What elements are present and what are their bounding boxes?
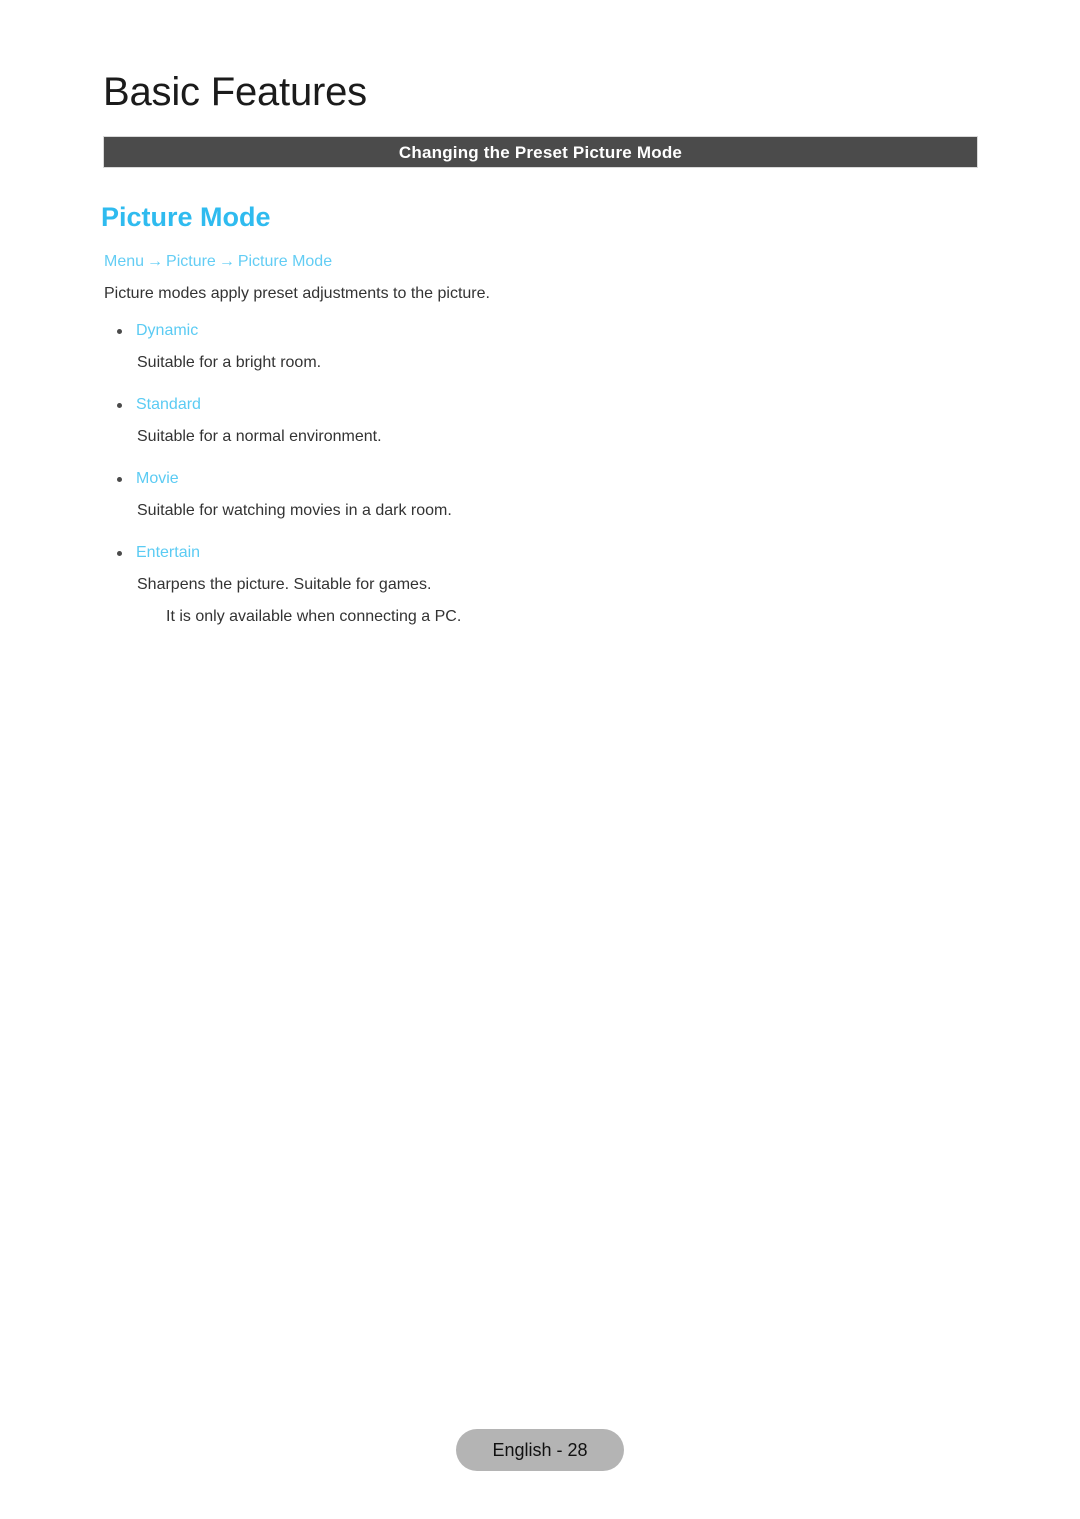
bullet-icon [117, 329, 122, 334]
list-item-header: Entertain [104, 537, 904, 569]
list-item: Standard Suitable for a normal environme… [104, 389, 904, 453]
bullet-icon [117, 403, 122, 408]
bullet-icon [117, 477, 122, 482]
arrow-right-icon: → [147, 253, 164, 270]
list-item: Entertain Sharpens the picture. Suitable… [104, 537, 904, 633]
mode-description-dynamic: Suitable for a bright room. [137, 354, 322, 371]
arrow-right-icon: → [218, 253, 235, 270]
mode-label-movie: Movie [136, 470, 179, 487]
mode-label-dynamic: Dynamic [136, 322, 199, 339]
picture-mode-list: Dynamic Suitable for a bright room. Stan… [104, 315, 904, 643]
list-item: Dynamic Suitable for a bright room. [104, 315, 904, 379]
intro-paragraph: Picture modes apply preset adjustments t… [104, 285, 490, 302]
breadcrumb: Menu → Picture → Picture Mode [104, 251, 332, 273]
mode-description-entertain: Sharpens the picture. Suitable for games… [137, 576, 432, 593]
page-number-label: English - 28 [492, 1440, 588, 1460]
breadcrumb-item-picture-mode: Picture Mode [237, 253, 333, 270]
topic-heading: Picture Mode [101, 202, 271, 232]
section-header-bar: Changing the Preset Picture Mode [103, 136, 978, 168]
list-item: Movie Suitable for watching movies in a … [104, 463, 904, 527]
list-item-header: Movie [104, 463, 904, 495]
section-header-title: Changing the Preset Picture Mode [398, 142, 683, 162]
mode-description-movie: Suitable for watching movies in a dark r… [137, 502, 452, 519]
chapter-title: Basic Features [103, 70, 367, 114]
list-item-header: Dynamic [104, 315, 904, 347]
mode-note-entertain: It is only available when connecting a P… [166, 608, 462, 625]
bullet-icon [117, 551, 122, 556]
manual-page: Basic Features Changing the Preset Pictu… [0, 0, 1080, 1519]
breadcrumb-item-menu: Menu [104, 253, 145, 270]
breadcrumb-item-picture: Picture [166, 253, 216, 270]
mode-description-standard: Suitable for a normal environment. [137, 428, 382, 445]
mode-label-standard: Standard [136, 396, 201, 413]
mode-label-entertain: Entertain [136, 544, 201, 561]
list-item-header: Standard [104, 389, 904, 421]
page-number-badge: English - 28 [456, 1429, 624, 1471]
